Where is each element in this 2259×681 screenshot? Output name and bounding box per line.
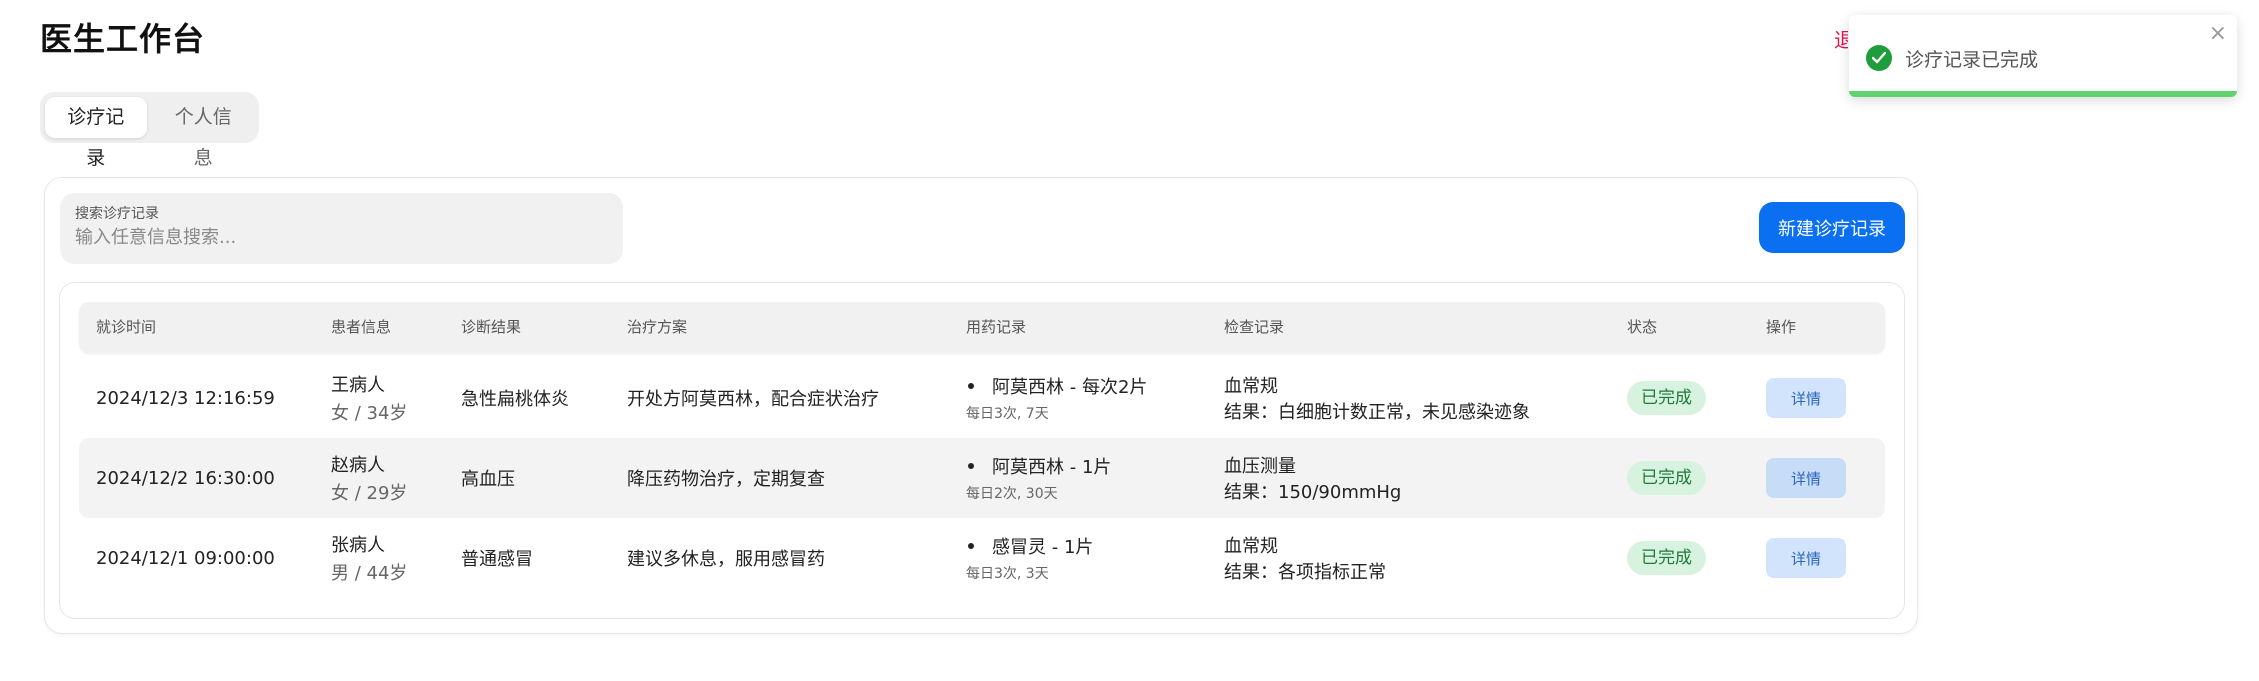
- patient-meta: 男 / 44岁: [331, 563, 408, 584]
- status-cell: 已完成: [1627, 518, 1706, 598]
- status-badge: 已完成: [1627, 541, 1706, 575]
- records-card: 搜索诊疗记录 新建诊疗记录 就诊时间 患者信息 诊断结果 治疗方案 用药记录 检…: [44, 177, 1918, 634]
- header-status: 状态: [1627, 318, 1658, 336]
- patient-info: 王病人 女 / 34岁: [331, 358, 407, 438]
- exam-result: 结果：各项指标正常: [1224, 562, 1386, 583]
- status-badge: 已完成: [1627, 461, 1706, 495]
- medication: 感冒灵 - 1片 每日3次, 3天: [966, 518, 1093, 598]
- patient-meta: 女 / 29岁: [331, 483, 408, 504]
- toast-message: 诊疗记录已完成: [1905, 49, 2039, 71]
- visit-time: 2024/12/3 12:16:59: [96, 387, 275, 409]
- detail-button[interactable]: 详情: [1766, 458, 1846, 498]
- exam-name: 血常规: [1224, 536, 1278, 557]
- search-label: 搜索诊疗记录: [75, 206, 159, 222]
- records-table: 就诊时间 患者信息 诊断结果 治疗方案 用药记录 检查记录 状态 操作 2024…: [59, 282, 1905, 619]
- exam-record: 血常规 结果：白细胞计数正常，未见感染迹象: [1224, 358, 1530, 438]
- header-diagnosis: 诊断结果: [461, 318, 522, 336]
- table-row: 2024/12/1 09:00:00 张病人 男 / 44岁 普通感冒 建议多休…: [79, 518, 1885, 598]
- bullet-icon: [968, 463, 974, 469]
- visit-time: 2024/12/2 16:30:00: [96, 467, 275, 489]
- toast-notification: 诊疗记录已完成 ×: [1849, 15, 2237, 97]
- search-box[interactable]: 搜索诊疗记录: [60, 193, 623, 264]
- patient-meta: 女 / 34岁: [331, 403, 408, 424]
- header-action: 操作: [1766, 318, 1797, 336]
- medication-frequency: 每日3次, 3天: [966, 566, 1049, 582]
- medication-frequency: 每日2次, 30天: [966, 486, 1058, 502]
- header-medication: 用药记录: [966, 318, 1027, 336]
- diagnosis: 急性扁桃体炎: [461, 389, 569, 410]
- status-cell: 已完成: [1627, 358, 1706, 438]
- check-circle-icon: [1866, 45, 1892, 71]
- exam-name: 血常规: [1224, 376, 1278, 397]
- tab-bar: 诊疗记录 个人信息: [40, 92, 259, 169]
- header-patient: 患者信息: [331, 318, 392, 336]
- tab-records[interactable]: 诊疗记录: [45, 97, 147, 169]
- exam-record: 血压测量 结果：150/90mmHg: [1224, 438, 1401, 518]
- exam-result: 结果：白细胞计数正常，未见感染迹象: [1224, 402, 1530, 423]
- new-record-button[interactable]: 新建诊疗记录: [1759, 202, 1905, 253]
- treatment: 降压药物治疗，定期复查: [627, 469, 825, 490]
- treatment: 开处方阿莫西林，配合症状治疗: [627, 389, 879, 410]
- diagnosis: 普通感冒: [461, 549, 533, 570]
- tab-profile[interactable]: 个人信息: [153, 97, 255, 169]
- medication-name: 感冒灵 - 1片: [992, 537, 1094, 558]
- medication-name: 阿莫西林 - 1片: [992, 457, 1112, 478]
- bullet-icon: [968, 383, 974, 389]
- action-cell: 详情: [1766, 438, 1846, 518]
- header-time: 就诊时间: [96, 318, 157, 336]
- patient-name: 王病人: [331, 375, 385, 396]
- detail-button[interactable]: 详情: [1766, 538, 1846, 578]
- bullet-icon: [968, 543, 974, 549]
- patient-info: 赵病人 女 / 29岁: [331, 438, 407, 518]
- medication: 阿莫西林 - 1片 每日2次, 30天: [966, 438, 1111, 518]
- toast-progress-bar: [1849, 91, 2237, 97]
- detail-button[interactable]: 详情: [1766, 378, 1846, 418]
- logout-link[interactable]: 退出登录: [1834, 24, 1848, 53]
- exam-result: 结果：150/90mmHg: [1224, 482, 1402, 503]
- patient-name: 赵病人: [331, 455, 385, 476]
- exam-name: 血压测量: [1224, 456, 1296, 477]
- visit-time: 2024/12/1 09:00:00: [96, 547, 275, 569]
- table-row: 2024/12/2 16:30:00 赵病人 女 / 29岁 高血压 降压药物治…: [79, 438, 1885, 518]
- action-cell: 详情: [1766, 358, 1846, 438]
- exam-record: 血常规 结果：各项指标正常: [1224, 518, 1386, 598]
- table-row: 2024/12/3 12:16:59 王病人 女 / 34岁 急性扁桃体炎 开处…: [79, 358, 1885, 438]
- medication-name: 阿莫西林 - 每次2片: [992, 377, 1148, 398]
- table-header: 就诊时间 患者信息 诊断结果 治疗方案 用药记录 检查记录 状态 操作: [79, 302, 1885, 353]
- close-icon[interactable]: ×: [2209, 21, 2227, 46]
- search-input[interactable]: [75, 227, 575, 248]
- patient-info: 张病人 男 / 44岁: [331, 518, 407, 598]
- diagnosis: 高血压: [461, 469, 515, 490]
- status-cell: 已完成: [1627, 438, 1706, 518]
- medication-frequency: 每日3次, 7天: [966, 406, 1049, 422]
- page-title: 医生工作台: [40, 20, 206, 58]
- header-exam: 检查记录: [1224, 318, 1285, 336]
- patient-name: 张病人: [331, 535, 385, 556]
- action-cell: 详情: [1766, 518, 1846, 598]
- status-badge: 已完成: [1627, 381, 1706, 415]
- treatment: 建议多休息，服用感冒药: [627, 549, 825, 570]
- medication: 阿莫西林 - 每次2片 每日3次, 7天: [966, 358, 1147, 438]
- header-treatment: 治疗方案: [627, 318, 688, 336]
